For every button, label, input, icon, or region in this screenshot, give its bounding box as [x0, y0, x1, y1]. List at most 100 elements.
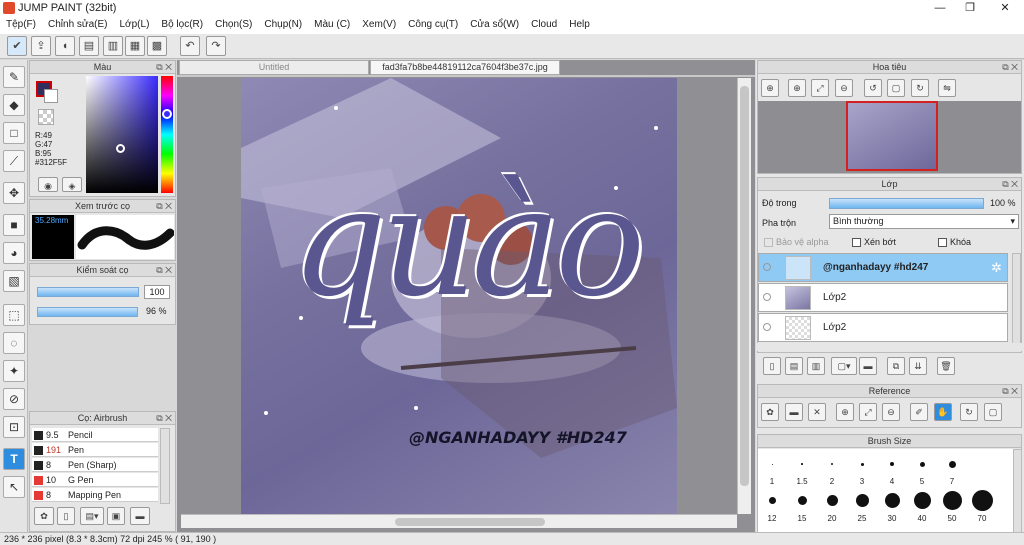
- brush-size-input[interactable]: 100: [144, 285, 170, 299]
- menu-select[interactable]: Chọn(S): [209, 17, 258, 34]
- document-icon[interactable]: ▦: [125, 36, 145, 56]
- merge-layer-icon[interactable]: ⇊: [909, 357, 927, 375]
- zoom-out-icon[interactable]: ⊖: [835, 79, 853, 97]
- panel-controls-icon[interactable]: ⧉ ✕: [156, 62, 172, 73]
- grid-icon[interactable]: ▩: [147, 36, 167, 56]
- new-layer-8bit-icon[interactable]: ▤: [785, 357, 803, 375]
- menu-help[interactable]: Help: [563, 17, 596, 34]
- undo-icon[interactable]: ↶: [180, 36, 200, 56]
- export-icon[interactable]: ⇪: [31, 36, 51, 56]
- reference-zoom-in-icon[interactable]: ⊕: [836, 403, 854, 421]
- gradient-tool-icon[interactable]: ▧: [3, 270, 25, 292]
- hue-slider[interactable]: [161, 76, 173, 193]
- pen-tool-icon[interactable]: ⟋: [3, 150, 25, 172]
- layer-opacity-slider[interactable]: [829, 198, 984, 209]
- duplicate-layer-icon[interactable]: ⧉: [887, 357, 905, 375]
- rotate-right-icon[interactable]: ↻: [911, 79, 929, 97]
- brush-size-dot[interactable]: [971, 489, 993, 511]
- brush-list-item[interactable]: 8 Mapping Pen: [32, 488, 158, 502]
- magic-wand-icon[interactable]: ✦: [3, 360, 25, 382]
- clipping-option[interactable]: Xén bớt: [852, 237, 896, 248]
- brush-size-dot[interactable]: [860, 462, 864, 466]
- layer-row[interactable]: Lớp2: [758, 283, 1008, 312]
- panel-controls-icon[interactable]: ⧉ ✕: [1002, 62, 1018, 73]
- brush-size-scrollbar[interactable]: [1013, 449, 1022, 533]
- brush-list-item[interactable]: 9.5 Pencil: [32, 428, 158, 442]
- brush-size-dot[interactable]: [855, 493, 869, 507]
- fill-rect-tool-icon[interactable]: ■: [3, 214, 25, 236]
- menu-cloud[interactable]: Cloud: [525, 17, 563, 34]
- lock-option[interactable]: Khóa: [938, 237, 971, 248]
- navigator-thumbnail[interactable]: [846, 101, 938, 171]
- background-color-swatch[interactable]: [44, 89, 58, 103]
- flip-icon[interactable]: ⇋: [938, 79, 956, 97]
- reset-view-icon[interactable]: ▢: [887, 79, 905, 97]
- brush-size-dot[interactable]: [826, 494, 838, 506]
- operation-tool-icon[interactable]: ↖: [3, 476, 25, 498]
- brush-size-dot[interactable]: [797, 495, 807, 505]
- lock-checkbox[interactable]: [938, 238, 947, 248]
- zoom-plus-icon[interactable]: ⊕: [788, 79, 806, 97]
- blend-mode-select[interactable]: Bình thường ▾: [829, 214, 1019, 229]
- panel-controls-icon[interactable]: ⧉ ✕: [1002, 386, 1018, 397]
- layer-visibility-icon[interactable]: [763, 293, 771, 301]
- menu-window[interactable]: Cửa sổ(W): [464, 17, 525, 34]
- rectangle-tool-icon[interactable]: □: [3, 122, 25, 144]
- panel-controls-icon[interactable]: ⧉ ✕: [156, 413, 172, 424]
- vertical-scroll-thumb[interactable]: [740, 86, 749, 486]
- select-eraser-icon[interactable]: ⊡: [3, 416, 25, 438]
- move-tool-icon[interactable]: ✥: [3, 182, 25, 204]
- palette-icon[interactable]: ◉: [38, 177, 58, 192]
- gear-icon[interactable]: ✲: [991, 260, 1002, 276]
- reference-rotate-icon[interactable]: ↻: [960, 403, 978, 421]
- menu-view[interactable]: Xem(V): [356, 17, 402, 34]
- page-icon[interactable]: ▥: [103, 36, 123, 56]
- new-layer-icon[interactable]: ▯: [763, 357, 781, 375]
- eraser-tool-icon[interactable]: ◆: [3, 94, 25, 116]
- menu-edit[interactable]: Chỉnh sửa(E): [42, 17, 114, 34]
- message-icon[interactable]: ▤: [79, 36, 99, 56]
- reference-settings-icon[interactable]: ✿: [761, 403, 779, 421]
- brush-size-dot[interactable]: [801, 463, 803, 465]
- brush-opacity-slider[interactable]: [37, 307, 138, 317]
- brush-size-dot[interactable]: [768, 496, 776, 504]
- close-button[interactable]: ✕: [990, 0, 1020, 17]
- hand-icon[interactable]: ✋: [934, 403, 952, 421]
- brush-settings-icon[interactable]: ✿: [34, 507, 54, 525]
- open-reference-icon[interactable]: ▬: [785, 403, 803, 421]
- brush-size-dot[interactable]: [884, 492, 900, 508]
- brush-copy-icon[interactable]: ▣: [107, 507, 125, 525]
- layer-visibility-icon[interactable]: [763, 263, 771, 271]
- saturation-value-picker[interactable]: [86, 76, 158, 193]
- brush-size-dot[interactable]: [831, 463, 833, 465]
- protect-alpha-checkbox[interactable]: [764, 238, 773, 248]
- close-reference-icon[interactable]: ✕: [808, 403, 826, 421]
- new-layer-menu-icon[interactable]: ▢▾: [831, 357, 857, 375]
- vertical-scrollbar[interactable]: [737, 78, 751, 514]
- delete-layer-icon[interactable]: 🗑: [937, 357, 955, 375]
- menu-filter[interactable]: Bộ lọc(R): [155, 17, 209, 34]
- reference-reset-icon[interactable]: ▢: [984, 403, 1002, 421]
- stylus-icon[interactable]: ✔: [7, 36, 27, 56]
- panel-controls-icon[interactable]: ⧉ ✕: [156, 265, 172, 276]
- tab-image-file[interactable]: fad3fa7b8be44819112ca7604f3be37c.jpg: [370, 60, 560, 75]
- protect-alpha-option[interactable]: Bảo vệ alpha: [764, 237, 829, 248]
- lasso-select-icon[interactable]: ◌: [3, 332, 25, 354]
- color-picker-handle[interactable]: [116, 144, 125, 153]
- brush-size-dot[interactable]: [771, 463, 773, 465]
- layer-visibility-icon[interactable]: [763, 323, 771, 331]
- new-layer-1bit-icon[interactable]: ▥: [807, 357, 825, 375]
- brush-list-item[interactable]: 8 Pen (Sharp): [32, 458, 158, 472]
- brush-tool-icon[interactable]: ✎: [3, 66, 25, 88]
- brush-folder-icon[interactable]: ▬: [130, 507, 150, 525]
- brush-size-dot[interactable]: [919, 461, 925, 467]
- clipping-checkbox[interactable]: [852, 238, 861, 248]
- horizontal-scroll-thumb[interactable]: [395, 518, 545, 526]
- minimize-button[interactable]: —: [925, 0, 955, 17]
- brush-size-dot[interactable]: [942, 490, 962, 510]
- brush-list-item[interactable]: 191 Pen: [32, 443, 158, 457]
- rotate-left-icon[interactable]: ↺: [864, 79, 882, 97]
- redo-icon[interactable]: ↷: [206, 36, 226, 56]
- zoom-in-icon[interactable]: ⊕: [761, 79, 779, 97]
- brush-size-dot[interactable]: [890, 462, 894, 466]
